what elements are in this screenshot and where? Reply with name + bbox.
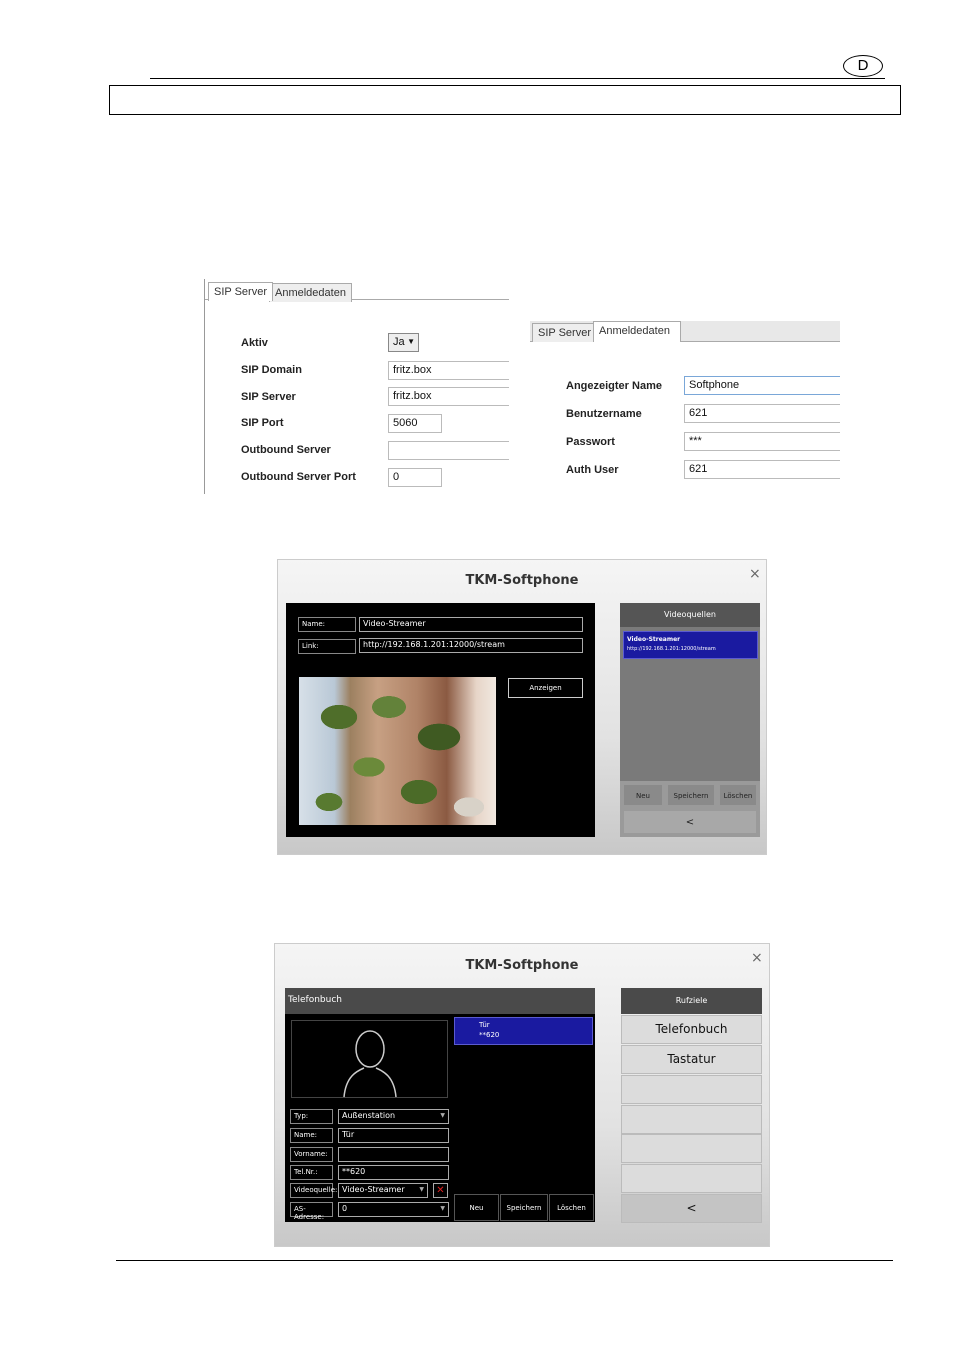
field-label-password: Passwort bbox=[566, 436, 615, 448]
sip-domain-field[interactable]: fritz.box bbox=[388, 361, 509, 380]
back-button[interactable]: < bbox=[623, 810, 757, 834]
chevron-down-icon: ▼ bbox=[407, 337, 415, 346]
close-icon[interactable]: × bbox=[751, 950, 763, 966]
tab-anmeldedaten[interactable]: Anmeldedaten bbox=[269, 283, 352, 302]
name-label: Name: bbox=[298, 617, 356, 632]
field-label-outbound-server: Outbound Server bbox=[241, 444, 331, 456]
video-source-item[interactable]: Video-Streamer http://192.168.1.201:1200… bbox=[623, 631, 758, 659]
sidebar-item-empty[interactable] bbox=[621, 1164, 762, 1193]
video-editor-panel: Name: Video-Streamer Link: http://192.16… bbox=[286, 603, 595, 837]
name-field[interactable]: Video-Streamer bbox=[359, 617, 583, 632]
field-label-sip-server: SIP Server bbox=[241, 391, 296, 403]
phone-number-field[interactable]: **620 bbox=[338, 1165, 449, 1180]
new-button[interactable]: Neu bbox=[454, 1194, 499, 1221]
save-button[interactable]: Speichern bbox=[500, 1194, 548, 1221]
link-field[interactable]: http://192.168.1.201:12000/stream bbox=[359, 638, 583, 653]
as-address-dropdown[interactable]: 0 ▼ bbox=[338, 1202, 449, 1217]
sidebar-item-tastatur[interactable]: Tastatur bbox=[621, 1045, 762, 1074]
credentials-screenshot: SIP Server Anmeldedaten Angezeigter Name… bbox=[530, 321, 840, 487]
field-label-username: Benutzername bbox=[566, 408, 642, 420]
field-label-auth-user: Auth User bbox=[566, 464, 619, 476]
type-label: Typ: bbox=[290, 1109, 333, 1124]
sidebar-item-empty[interactable] bbox=[621, 1134, 762, 1163]
tab-sip-server[interactable]: SIP Server bbox=[532, 323, 597, 342]
new-button[interactable]: Neu bbox=[623, 784, 663, 806]
chevron-down-icon: ▼ bbox=[440, 1112, 445, 1119]
aktiv-dropdown[interactable]: Ja ▼ bbox=[388, 333, 419, 352]
chevron-down-icon: ▼ bbox=[440, 1205, 445, 1212]
chevron-down-icon: ▼ bbox=[419, 1186, 424, 1193]
username-field[interactable]: 621 bbox=[684, 404, 840, 423]
video-sources-header: Videoquellen bbox=[620, 603, 760, 627]
rufziele-header: Rufziele bbox=[621, 988, 762, 1014]
footer-rule bbox=[116, 1260, 893, 1261]
type-dropdown[interactable]: Außenstation ▼ bbox=[338, 1109, 449, 1124]
link-label: Link: bbox=[298, 639, 356, 654]
dialog-title: TKM-Softphone bbox=[465, 573, 579, 588]
sidebar-item-empty[interactable] bbox=[621, 1075, 762, 1104]
avatar bbox=[291, 1020, 448, 1098]
phonebook-panel: Typ: Außenstation ▼ Name: Tür Vorname: T… bbox=[285, 1014, 595, 1222]
field-label-aktiv: Aktiv bbox=[241, 337, 268, 349]
header-box bbox=[109, 85, 901, 115]
firstname-label: Vorname: bbox=[290, 1147, 333, 1162]
delete-button[interactable]: Löschen bbox=[719, 784, 757, 806]
person-icon bbox=[343, 1030, 397, 1098]
field-label-sip-port: SIP Port bbox=[241, 417, 284, 429]
field-label-outbound-port: Outbound Server Port bbox=[241, 471, 356, 483]
dialog-title: TKM-Softphone bbox=[465, 958, 579, 973]
phone-number-label: Tel.Nr.: bbox=[290, 1165, 333, 1180]
video-sources-panel: Videoquellen Video-Streamer http://192.1… bbox=[620, 603, 760, 837]
video-source-label: Videoquelle: bbox=[290, 1183, 337, 1198]
display-name-field[interactable]: Softphone bbox=[684, 376, 840, 395]
auth-user-field[interactable]: 621 bbox=[684, 460, 840, 479]
sip-server-screenshot: SIP Server Anmeldedaten Aktiv Ja ▼ SIP D… bbox=[204, 279, 509, 494]
outbound-port-field[interactable]: 0 bbox=[388, 468, 442, 487]
tab-sip-server[interactable]: SIP Server bbox=[208, 282, 273, 301]
outbound-server-field[interactable] bbox=[388, 441, 509, 460]
clear-video-source-icon[interactable]: ✕ bbox=[433, 1183, 448, 1198]
sidebar-item-telefonbuch[interactable]: Telefonbuch bbox=[621, 1015, 762, 1044]
field-label-display-name: Angezeigter Name bbox=[566, 380, 662, 392]
list-item[interactable]: Tür **620 bbox=[454, 1017, 593, 1045]
firstname-field[interactable] bbox=[338, 1147, 449, 1162]
as-address-label: AS-Adresse: bbox=[290, 1202, 333, 1221]
video-source-dropdown[interactable]: Video-Streamer ▼ bbox=[338, 1183, 428, 1198]
tab-anmeldedaten[interactable]: Anmeldedaten bbox=[593, 321, 681, 342]
language-badge: D bbox=[843, 55, 883, 77]
back-button[interactable]: < bbox=[621, 1194, 762, 1223]
name-field[interactable]: Tür bbox=[338, 1128, 449, 1143]
sidebar-item-empty[interactable] bbox=[621, 1105, 762, 1134]
header-rule bbox=[150, 78, 885, 79]
password-field[interactable]: *** bbox=[684, 432, 840, 451]
field-label-sip-domain: SIP Domain bbox=[241, 364, 302, 376]
delete-button[interactable]: Löschen bbox=[549, 1194, 594, 1221]
video-source-dialog: TKM-Softphone × Name: Video-Streamer Lin… bbox=[277, 559, 767, 855]
sip-server-field[interactable]: fritz.box bbox=[388, 387, 509, 406]
video-preview bbox=[299, 677, 496, 825]
save-button[interactable]: Speichern bbox=[667, 784, 715, 806]
phonebook-title-bar: Telefonbuch bbox=[285, 988, 595, 1014]
name-label: Name: bbox=[290, 1128, 333, 1143]
show-button[interactable]: Anzeigen bbox=[508, 678, 583, 698]
sip-port-field[interactable]: 5060 bbox=[388, 414, 442, 433]
close-icon[interactable]: × bbox=[749, 566, 761, 582]
phonebook-dialog: TKM-Softphone × Telefonbuch Typ: Außenst… bbox=[274, 943, 770, 1247]
